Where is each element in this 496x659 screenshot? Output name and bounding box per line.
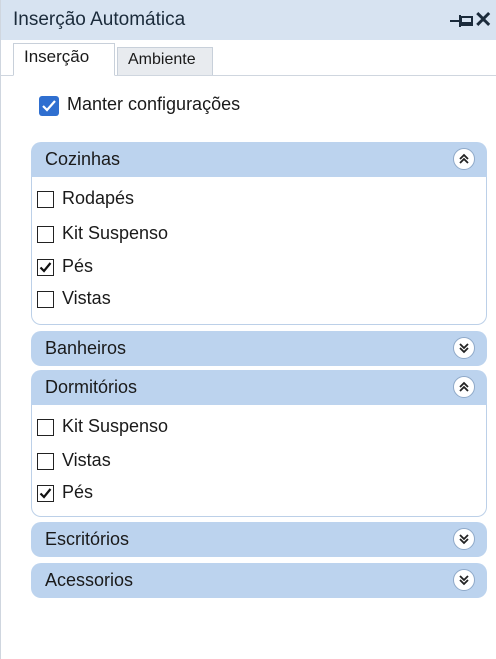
check-icon xyxy=(39,96,59,116)
checkbox-box xyxy=(37,453,54,470)
checkbox-label: Rodapés xyxy=(62,188,135,208)
chevron-double-up-icon[interactable] xyxy=(453,376,475,398)
section-label: Escritórios xyxy=(45,529,130,549)
tab-insercao[interactable]: Inserção xyxy=(13,43,115,76)
chevron-double-down-icon[interactable] xyxy=(453,528,475,550)
panel-title: Inserção Automática xyxy=(13,9,186,30)
checkbox-label: Vistas xyxy=(62,450,111,470)
section-header-banheiros[interactable]: Banheiros xyxy=(31,331,487,366)
keep-settings-label: Manter configurações xyxy=(67,94,241,114)
section-label: Acessorios xyxy=(45,570,134,590)
checkbox-box xyxy=(37,191,54,208)
section-label: Dormitórios xyxy=(45,377,138,397)
section-header-dormitorios[interactable]: Dormitórios xyxy=(31,370,487,405)
checkbox-box xyxy=(37,485,54,502)
checkbox-label: Vistas xyxy=(62,288,111,308)
checkbox-box xyxy=(37,419,54,436)
checkbox-box xyxy=(37,291,54,308)
title-bar: Inserção Automática ✕ xyxy=(1,0,496,40)
section-header-escritorios[interactable]: Escritórios xyxy=(31,522,487,557)
checkbox-label: Pés xyxy=(62,482,94,502)
chevron-double-up-icon[interactable] xyxy=(453,148,475,170)
section-header-cozinhas[interactable]: Cozinhas xyxy=(31,142,487,177)
checkbox-box xyxy=(37,226,54,243)
checkbox-box xyxy=(37,259,54,276)
checkbox-label: Kit Suspenso xyxy=(62,416,169,436)
tab-ambiente[interactable]: Ambiente xyxy=(117,47,213,75)
checkbox-label: Kit Suspenso xyxy=(62,223,169,243)
pin-icon[interactable] xyxy=(450,12,474,30)
auto-insert-panel: Inserção Automática ✕ Inserção Ambiente … xyxy=(0,0,496,659)
section-label: Cozinhas xyxy=(45,149,121,169)
chevron-double-down-icon[interactable] xyxy=(453,569,475,591)
checkbox-label: Pés xyxy=(62,256,94,276)
section-header-acessorios[interactable]: Acessorios xyxy=(31,563,487,598)
close-icon[interactable]: ✕ xyxy=(474,7,492,33)
section-label: Banheiros xyxy=(45,338,127,358)
chevron-double-down-icon[interactable] xyxy=(453,337,475,359)
